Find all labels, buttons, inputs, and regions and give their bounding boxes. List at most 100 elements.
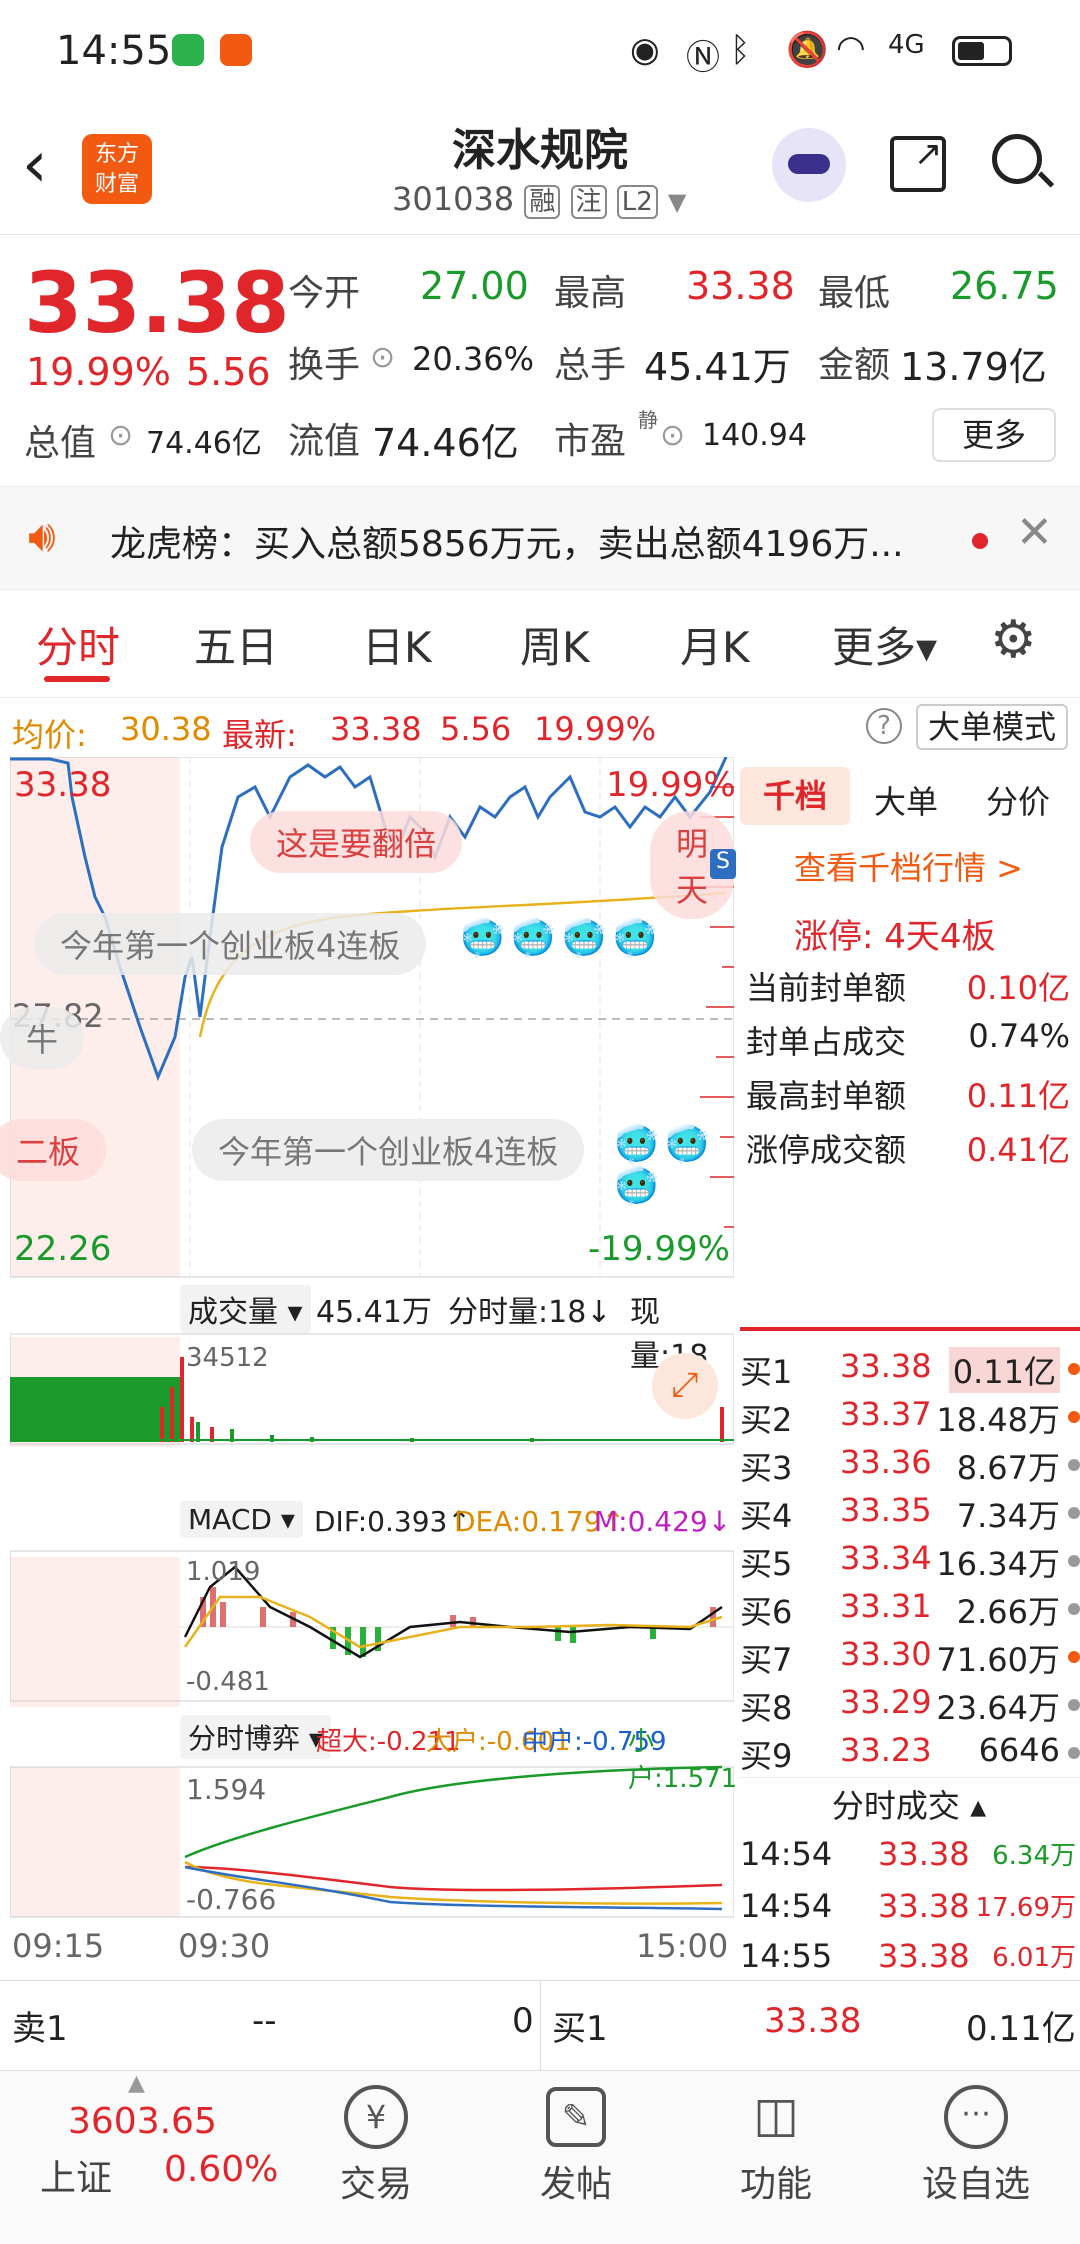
status-time: 14:55 xyxy=(56,28,172,74)
high-label: 最高 xyxy=(554,273,627,314)
nav-trade-label: 交易 xyxy=(339,2164,412,2205)
info-circle-icon[interactable]: ⊙ xyxy=(660,418,685,453)
battery-icon xyxy=(952,36,1012,66)
trades-header[interactable]: 分时成交 ▴ xyxy=(738,1777,1080,1833)
comment-bubble[interactable]: 这是要翻倍 xyxy=(250,811,463,873)
last-price: 33.38 xyxy=(24,254,290,352)
index-name[interactable]: 上证 xyxy=(40,2149,112,2201)
gear-icon[interactable]: ⚙ xyxy=(990,610,1037,670)
dot-icon xyxy=(1068,1651,1080,1663)
index-percent[interactable]: 0.60% xyxy=(164,2149,278,2190)
stock-header: ‹ 东方 财富 深水规院 301038 融 注 L2 ▼ ↗ xyxy=(0,100,1080,235)
order-book-row[interactable]: 买6 33.31 2.66万 xyxy=(740,1587,1080,1635)
nav-functions[interactable]: ◫ 功能 xyxy=(676,2071,876,2207)
back-arrow-icon[interactable]: ‹ xyxy=(22,128,48,202)
info-circle-icon[interactable]: ⊙ xyxy=(370,340,395,375)
tab-more[interactable]: 更多▾ xyxy=(832,614,937,675)
tab-month-k[interactable]: 月K xyxy=(680,614,750,675)
dot-icon xyxy=(1068,1699,1080,1711)
tab-day-k[interactable]: 日K xyxy=(362,614,432,675)
nfc-icon: Ⓝ xyxy=(686,38,720,78)
order-book-row[interactable]: 买3 33.36 8.67万 xyxy=(740,1443,1080,1491)
tab-intraday[interactable]: 分时 xyxy=(36,614,120,675)
dragon-tiger-banner[interactable]: 🔊︎ 龙虎榜：买入总额5856万元，卖出总额4196万... ✕ xyxy=(0,486,1080,590)
big-order-mode-button[interactable]: 大单模式 xyxy=(916,704,1069,750)
share-icon[interactable]: ↗ xyxy=(890,134,946,192)
comment-bubble[interactable]: 牛 xyxy=(0,1007,85,1069)
dot-icon xyxy=(1068,1363,1080,1375)
stat-value: 0.41亿 xyxy=(966,1131,1070,1169)
app-logo: 东方 财富 xyxy=(82,134,152,204)
change-amount: 5.56 xyxy=(186,350,271,394)
order-book-row[interactable]: 买7 33.30 71.60万 xyxy=(740,1635,1080,1683)
search-icon[interactable] xyxy=(992,134,1055,188)
trade-time: 14:54 xyxy=(740,1887,833,1925)
level-price: 33.37 xyxy=(840,1395,932,1433)
tab-week-k[interactable]: 周K xyxy=(520,614,590,675)
unread-dot xyxy=(972,533,988,549)
nav-post[interactable]: ✎ 发帖 xyxy=(476,2071,676,2207)
trade-time: 14:54 xyxy=(740,1835,833,1873)
help-icon[interactable]: ? xyxy=(866,708,902,744)
stat-value: 0.10亿 xyxy=(966,969,1070,1007)
price-top-label: 33.38 xyxy=(14,765,112,805)
caret-up-icon[interactable]: ▲ xyxy=(128,2071,145,2096)
order-book-row[interactable]: 买2 33.37 18.48万 xyxy=(740,1395,1080,1443)
flow-indicator-select[interactable]: 分时博弈 ▾ xyxy=(180,1715,331,1759)
expand-icon[interactable]: ⤢ xyxy=(652,1353,718,1419)
avg-value: 30.38 xyxy=(120,710,212,748)
trade-row: 14:55 33.38 6.01万 xyxy=(740,1937,1080,1985)
sell1-price: -- xyxy=(252,2001,277,2041)
volume-max-label: 34512 xyxy=(186,1343,269,1373)
order-book-row[interactable]: 买4 33.35 7.34万 xyxy=(740,1491,1080,1539)
stat-label: 当前封单额 xyxy=(746,969,907,1007)
trade-price: 33.38 xyxy=(878,1887,970,1925)
comment-bubble[interactable]: 今年第一个创业板4连板 xyxy=(34,913,427,975)
stat-value: 0.74% xyxy=(968,1017,1070,1055)
close-icon[interactable]: ✕ xyxy=(1016,507,1053,558)
macd-indicator-select[interactable]: MACD ▾ xyxy=(180,1501,303,1538)
chart-period-tabs: 分时 五日 日K 周K 月K 更多▾ ⚙ xyxy=(0,592,1080,698)
flow-high-label: 1.594 xyxy=(186,1773,267,1806)
robot-assistant-icon[interactable] xyxy=(772,128,846,202)
level-volume: 8.67万 xyxy=(956,1449,1060,1487)
limit-stat-row: 封单占成交 0.74% xyxy=(746,1017,1076,1063)
view-levels-link[interactable]: 查看千档行情 > xyxy=(794,843,1023,889)
level-label: 买9 xyxy=(740,1737,793,1775)
tab-five-day[interactable]: 五日 xyxy=(194,614,278,675)
volume-indicator-select[interactable]: 成交量 ▾ xyxy=(180,1285,311,1333)
stat-label: 涨停成交额 xyxy=(746,1131,907,1169)
tab-price-distribution[interactable]: 分价 xyxy=(986,777,1050,823)
trade-row: 14:54 33.38 17.69万 xyxy=(740,1887,1080,1935)
intraday-chart-area[interactable]: 33.38 19.99% 27.82 22.26 -19.99% 这是要翻倍 明… xyxy=(0,757,737,1977)
index-value[interactable]: 3603.65 xyxy=(68,2101,217,2142)
nav-watchlist[interactable]: ⋯ 设自选 xyxy=(876,2071,1076,2207)
stock-code-row: 301038 融 注 L2 ▼ xyxy=(392,180,686,219)
tab-thousand-levels[interactable]: 千档 xyxy=(740,767,850,825)
info-circle-icon[interactable]: ⊙ xyxy=(108,418,133,453)
nav-trade[interactable]: ¥ 交易 xyxy=(276,2071,476,2207)
emoji-icon: 🥶🥶🥶 xyxy=(614,1124,716,1207)
speaker-icon: 🔊︎ xyxy=(28,511,56,562)
level-volume: 23.64万 xyxy=(936,1689,1060,1727)
sell1-volume: 0 xyxy=(512,2001,534,2041)
level-label: 买1 xyxy=(740,1353,793,1391)
order-book-row[interactable]: 买8 33.29 23.64万 xyxy=(740,1683,1080,1731)
order-book-row[interactable]: 买1 33.38 0.11亿 xyxy=(740,1347,1080,1395)
tab-big-orders[interactable]: 大单 xyxy=(874,777,938,823)
quote-panel: 33.38 19.99% 5.56 总值 ⊙ 74.46亿 今开 27.00 最… xyxy=(0,236,1080,486)
more-button[interactable]: 更多 xyxy=(932,408,1056,462)
level-label: 买4 xyxy=(740,1497,793,1535)
pe-static-tag: 静 xyxy=(638,408,658,432)
order-book-row[interactable]: 买9 33.23 6646 xyxy=(740,1731,1080,1779)
comment-bubble[interactable]: 今年第一个创业板4连板 xyxy=(192,1119,585,1181)
chevron-down-icon[interactable]: ▼ xyxy=(668,188,686,216)
level-price: 33.36 xyxy=(840,1443,932,1481)
order-book-row[interactable]: 买5 33.34 16.34万 xyxy=(740,1539,1080,1587)
order-side-panel: 千档 大单 分价 查看千档行情 > 涨停: 4天4板 当前封单额 0.10亿 封单… xyxy=(738,757,1080,1977)
trade-price: 33.38 xyxy=(878,1937,970,1975)
pe-label: 市盈 xyxy=(554,421,627,462)
comment-bubble[interactable]: 二板 xyxy=(0,1119,107,1181)
info-change: 5.56 xyxy=(440,710,512,748)
amount-value: 13.79亿 xyxy=(900,345,1047,389)
